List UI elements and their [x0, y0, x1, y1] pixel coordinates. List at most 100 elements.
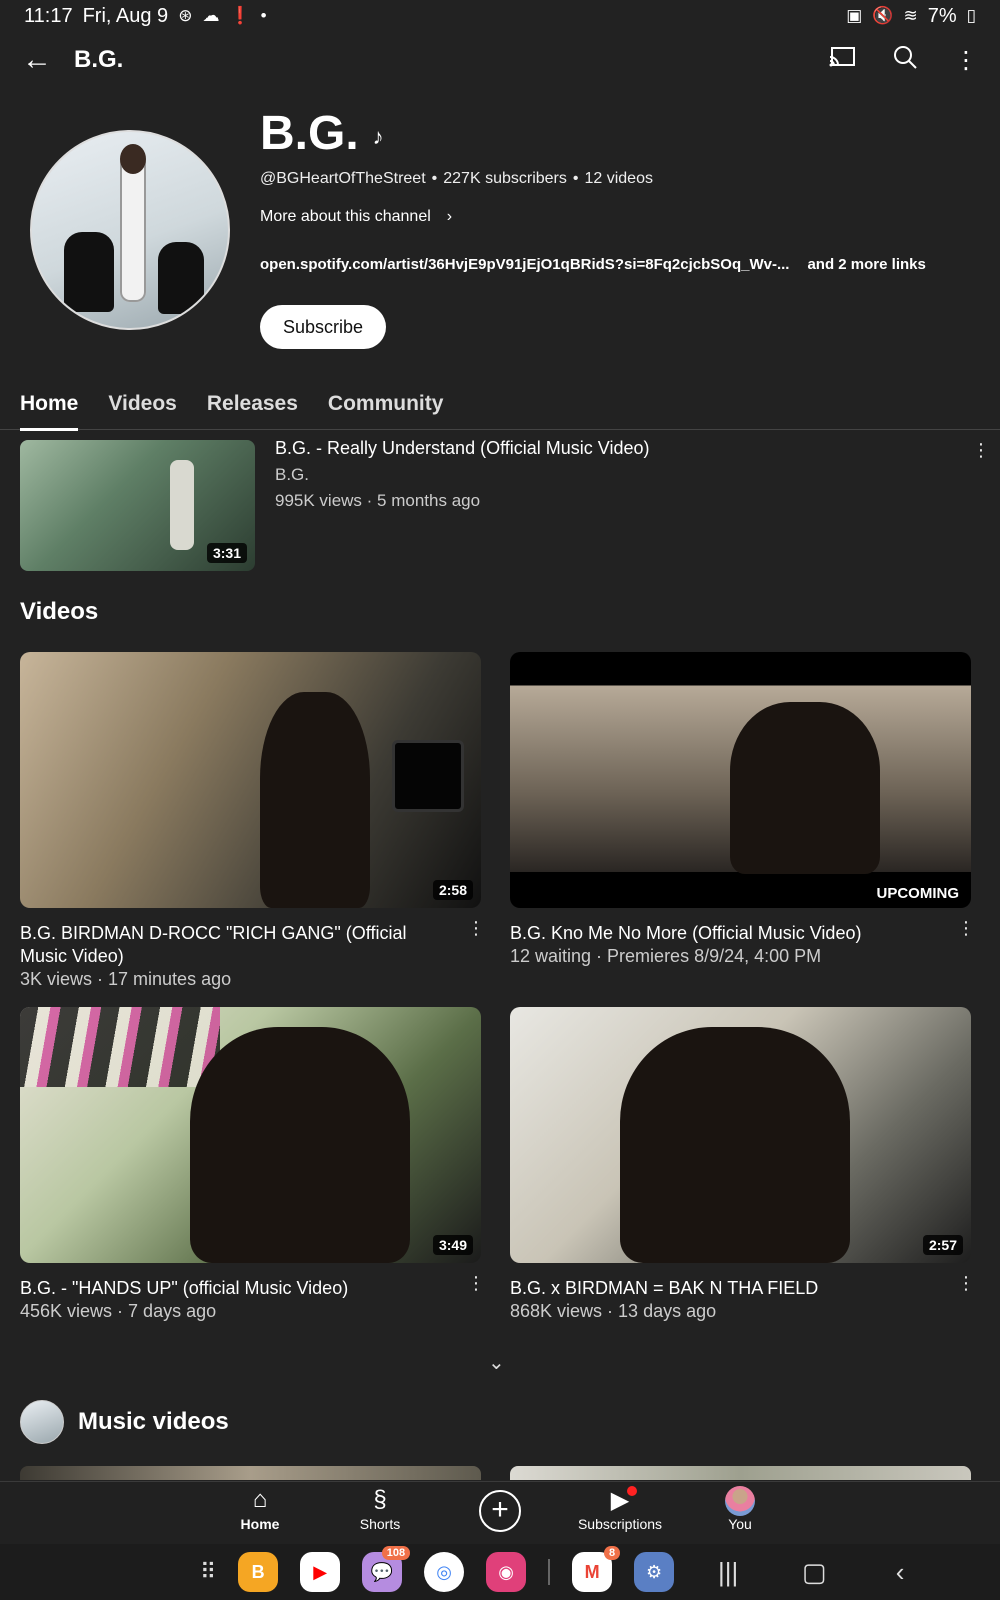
system-taskbar: ⠿ B ▶ 💬 108 ◎ ◉ M8 ⚙ ||| ▢ ‹ — [0, 1544, 1000, 1600]
featured-video[interactable]: 3:31 B.G. - Really Understand (Official … — [20, 438, 990, 572]
duration-badge: 2:58 — [432, 880, 473, 900]
nav-shorts[interactable]: § Shorts — [325, 1486, 435, 1532]
meta-separator: • — [431, 170, 438, 187]
channel-header: B.G. ♪ @BGHeartOfTheStreet • 227K subscr… — [0, 107, 1000, 370]
battery-level: 7% — [927, 4, 957, 27]
nav-subscriptions[interactable]: ▶ Subscriptions — [565, 1486, 675, 1532]
video-stats: 456K views · 7 days ago — [20, 1301, 217, 1321]
more-about-link[interactable]: More about this channel › — [260, 208, 452, 226]
lock-icon: ▣ — [846, 6, 863, 25]
home-button-icon[interactable]: ▢ — [782, 1557, 846, 1588]
more-options-icon[interactable]: ⋮ — [467, 918, 485, 939]
channel-tabs: Home Videos Releases Community — [0, 378, 1000, 431]
video-channel: B.G. — [275, 465, 310, 484]
subscriber-count: 227K subscribers — [443, 170, 567, 187]
nav-home-label: Home — [240, 1516, 280, 1532]
channel-handle: @BGHeartOfTheStreet — [260, 170, 426, 187]
video-card[interactable]: UPCOMING B.G. Kno Me No More (Official M… — [510, 652, 975, 968]
create-button[interactable]: + — [479, 1490, 521, 1532]
messages-icon[interactable]: 💬 108 — [362, 1546, 411, 1592]
shorts-icon: § — [373, 1486, 387, 1513]
duration-badge: 3:49 — [432, 1235, 473, 1255]
tab-community[interactable]: Community — [328, 378, 444, 430]
video-card[interactable]: 3:49 B.G. - "HANDS UP" (official Music V… — [20, 1007, 485, 1323]
channel-meta: @BGHeartOfTheStreet • 227K subscribers •… — [260, 170, 653, 188]
more-options-icon[interactable]: ⋮ — [972, 440, 990, 461]
search-icon[interactable] — [892, 44, 918, 77]
nav-home[interactable]: ⌂ Home — [205, 1486, 315, 1532]
blogger-icon[interactable]: B — [238, 1552, 279, 1592]
settings-icon[interactable]: ⚙ — [634, 1552, 675, 1592]
alert-icon: ❗ — [229, 6, 251, 25]
status-time: 11:17 — [24, 4, 73, 27]
video-thumbnail[interactable]: 2:58 — [20, 652, 481, 908]
more-options-icon[interactable]: ⋮ — [957, 918, 975, 939]
back-arrow-icon[interactable]: ← — [22, 43, 70, 77]
video-card[interactable]: 2:58 B.G. BIRDMAN D-ROCC "RICH GANG" (Of… — [20, 652, 485, 991]
status-date: Fri, Aug 9 — [82, 4, 169, 27]
chevron-right-icon: › — [446, 208, 453, 225]
upcoming-badge: UPCOMING — [876, 885, 960, 902]
tab-videos[interactable]: Videos — [108, 378, 176, 430]
notification-dot — [627, 1486, 637, 1496]
app-drawer-icon[interactable]: ⠿ — [200, 1559, 216, 1585]
more-about-label: More about this channel — [260, 208, 431, 225]
chrome-icon[interactable]: ◎ — [424, 1552, 465, 1592]
dot-icon: • — [260, 6, 267, 25]
duration-badge: 3:31 — [206, 543, 247, 563]
spotify-link[interactable]: open.spotify.com/artist/36HvjE9pV91jEjO1… — [260, 256, 789, 273]
music-note-icon: ♪ — [372, 123, 384, 149]
chevron-down-icon[interactable]: ⌄ — [488, 1350, 505, 1375]
avatar — [20, 1400, 64, 1444]
channel-name-row: B.G. ♪ — [260, 106, 384, 161]
video-card[interactable]: 2:57 B.G. x BIRDMAN = BAK N THA FIELD 86… — [510, 1007, 975, 1323]
video-thumbnail[interactable]: 3:49 — [20, 1007, 481, 1263]
home-icon: ⌂ — [252, 1486, 268, 1513]
video-thumbnail[interactable] — [20, 1466, 481, 1480]
tab-home[interactable]: Home — [20, 378, 79, 431]
video-thumbnail[interactable]: 2:57 — [510, 1007, 971, 1263]
subscriptions-icon: ▶ — [610, 1487, 630, 1514]
nav-you-label: You — [728, 1516, 752, 1532]
more-options-icon[interactable]: ⋮ — [467, 1273, 485, 1294]
duration-badge: 2:57 — [922, 1235, 963, 1255]
subscribe-button[interactable]: Subscribe — [260, 305, 386, 349]
video-title[interactable]: B.G. - Really Understand (Official Music… — [275, 438, 649, 459]
more-links[interactable]: and 2 more links — [807, 256, 925, 273]
video-title[interactable]: B.G. - "HANDS UP" (official Music Video) — [20, 1277, 481, 1300]
mute-icon: 🔇 — [872, 6, 894, 25]
more-options-icon[interactable]: ⋮ — [954, 46, 978, 75]
video-title[interactable]: B.G. BIRDMAN D-ROCC "RICH GANG" (Officia… — [20, 922, 481, 968]
youtube-icon[interactable]: ▶ — [300, 1552, 341, 1592]
back-icon[interactable]: ‹ — [868, 1557, 932, 1588]
cast-icon[interactable] — [828, 45, 856, 76]
cloud-icon: ☁ — [202, 6, 220, 25]
channel-links[interactable]: open.spotify.com/artist/36HvjE9pV91jEjO1… — [260, 256, 926, 273]
messages-badge: 108 — [381, 1546, 411, 1560]
camera-icon[interactable]: ◉ — [486, 1552, 527, 1592]
recents-icon[interactable]: ||| — [696, 1557, 760, 1588]
nav-subscriptions-label: Subscriptions — [577, 1516, 663, 1532]
you-avatar-icon — [685, 1486, 795, 1516]
page-title: B.G. — [74, 46, 124, 73]
sync-icon: ⊛ — [178, 6, 193, 25]
video-thumbnail[interactable]: UPCOMING — [510, 652, 971, 908]
app-bar: ← B.G. ⋮ — [0, 32, 1000, 88]
nav-shorts-label: Shorts — [359, 1516, 401, 1532]
video-thumbnail[interactable] — [510, 1466, 971, 1480]
tab-releases[interactable]: Releases — [207, 378, 298, 430]
taskbar-divider — [548, 1559, 551, 1585]
nav-you[interactable]: You — [685, 1486, 795, 1532]
video-stats: 3K views · 17 minutes ago — [20, 969, 232, 989]
gmail-icon[interactable]: M8 — [572, 1546, 621, 1592]
video-count: 12 videos — [584, 170, 653, 187]
video-stats: 868K views · 13 days ago — [510, 1301, 717, 1321]
featured-thumbnail[interactable]: 3:31 — [20, 440, 255, 571]
more-options-icon[interactable]: ⋮ — [957, 1273, 975, 1294]
video-title[interactable]: B.G. Kno Me No More (Official Music Vide… — [510, 922, 971, 945]
battery-icon: ▯ — [966, 6, 976, 25]
status-bar: 11:17 Fri, Aug 9 ⊛ ☁ ❗ • ▣ 🔇 ≋ 7% ▯ — [0, 0, 1000, 32]
video-title[interactable]: B.G. x BIRDMAN = BAK N THA FIELD — [510, 1277, 971, 1300]
wifi-icon: ≋ — [903, 6, 918, 25]
channel-avatar[interactable] — [30, 130, 230, 330]
